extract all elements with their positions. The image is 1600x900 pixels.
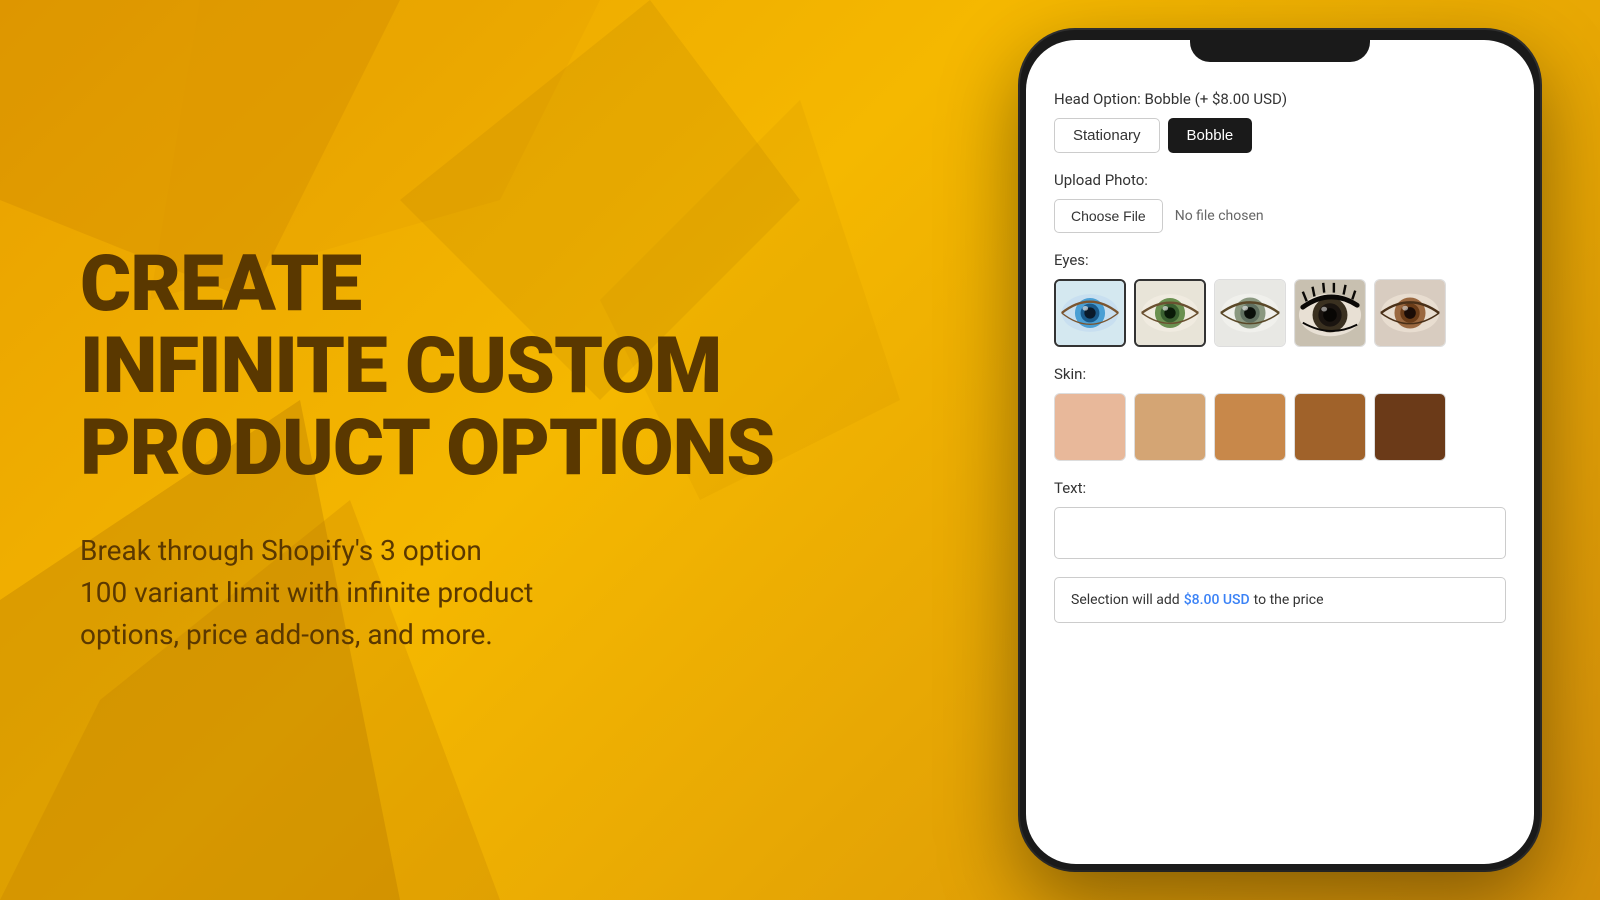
price-bar-suffix: to the price — [1254, 592, 1324, 608]
eyes-section: Eyes: — [1054, 251, 1506, 347]
phone-screen: Head Option: Bobble (+ $8.00 USD) Statio… — [1026, 40, 1534, 864]
stationary-button[interactable]: Stationary — [1054, 118, 1160, 153]
left-content: CREATE INFINITE CUSTOM PRODUCT OPTIONS B… — [80, 244, 774, 656]
head-option-price: (+ $8.00 USD) — [1195, 90, 1287, 108]
choose-file-button[interactable]: Choose File — [1054, 199, 1163, 233]
eye-swatch-1[interactable] — [1054, 279, 1126, 347]
screen-content: Head Option: Bobble (+ $8.00 USD) Statio… — [1026, 40, 1534, 864]
headline: CREATE INFINITE CUSTOM PRODUCT OPTIONS — [80, 244, 774, 490]
upload-row: Choose File No file chosen — [1054, 199, 1506, 233]
text-input[interactable] — [1054, 507, 1506, 559]
eye-svg-3 — [1215, 280, 1285, 346]
skin-label: Skin: — [1054, 365, 1506, 383]
price-bar-amount: $8.00 USD — [1184, 592, 1250, 608]
phone-mockup: Head Option: Bobble (+ $8.00 USD) Statio… — [1020, 30, 1540, 870]
eye-swatch-4[interactable] — [1294, 279, 1366, 347]
head-option-buttons: Stationary Bobble — [1054, 118, 1506, 153]
price-bar: Selection will add $8.00 USD to the pric… — [1054, 577, 1506, 623]
skin-swatch-2[interactable] — [1134, 393, 1206, 461]
headline-line3: PRODUCT OPTIONS — [80, 403, 774, 494]
bobble-button[interactable]: Bobble — [1168, 118, 1253, 153]
headline-line1: CREATE — [80, 239, 361, 330]
eye-svg-1 — [1056, 281, 1124, 345]
skin-swatch-4[interactable] — [1294, 393, 1366, 461]
skin-section: Skin: — [1054, 365, 1506, 461]
head-option-section: Head Option: Bobble (+ $8.00 USD) Statio… — [1054, 90, 1506, 153]
text-label: Text: — [1054, 479, 1506, 497]
head-option-label: Head Option: Bobble (+ $8.00 USD) — [1054, 90, 1506, 108]
text-section: Text: — [1054, 479, 1506, 559]
upload-photo-label: Upload Photo: — [1054, 171, 1506, 189]
skin-swatch-1[interactable] — [1054, 393, 1126, 461]
price-bar-prefix: Selection will add — [1071, 592, 1180, 608]
skin-swatch-5[interactable] — [1374, 393, 1446, 461]
eye-swatch-3[interactable] — [1214, 279, 1286, 347]
eye-swatch-5[interactable] — [1374, 279, 1446, 347]
headline-line2: INFINITE CUSTOM — [80, 321, 721, 412]
eye-svg-4 — [1295, 280, 1365, 346]
eye-svg-2 — [1136, 281, 1204, 345]
skin-swatch-row — [1054, 393, 1506, 461]
phone-outer: Head Option: Bobble (+ $8.00 USD) Statio… — [1020, 30, 1540, 870]
eye-swatch-2[interactable] — [1134, 279, 1206, 347]
phone-notch — [1190, 30, 1370, 62]
upload-photo-section: Upload Photo: Choose File No file chosen — [1054, 171, 1506, 233]
skin-swatch-3[interactable] — [1214, 393, 1286, 461]
eye-svg-5 — [1375, 280, 1445, 346]
eyes-label: Eyes: — [1054, 251, 1506, 269]
head-option-label-text: Head Option: — [1054, 90, 1141, 108]
head-option-selected-value: Bobble — [1145, 90, 1191, 108]
eyes-swatch-row — [1054, 279, 1506, 347]
subtext: Break through Shopify's 3 option100 vari… — [80, 530, 700, 656]
no-file-text: No file chosen — [1175, 208, 1264, 224]
page-background: CREATE INFINITE CUSTOM PRODUCT OPTIONS B… — [0, 0, 1600, 900]
